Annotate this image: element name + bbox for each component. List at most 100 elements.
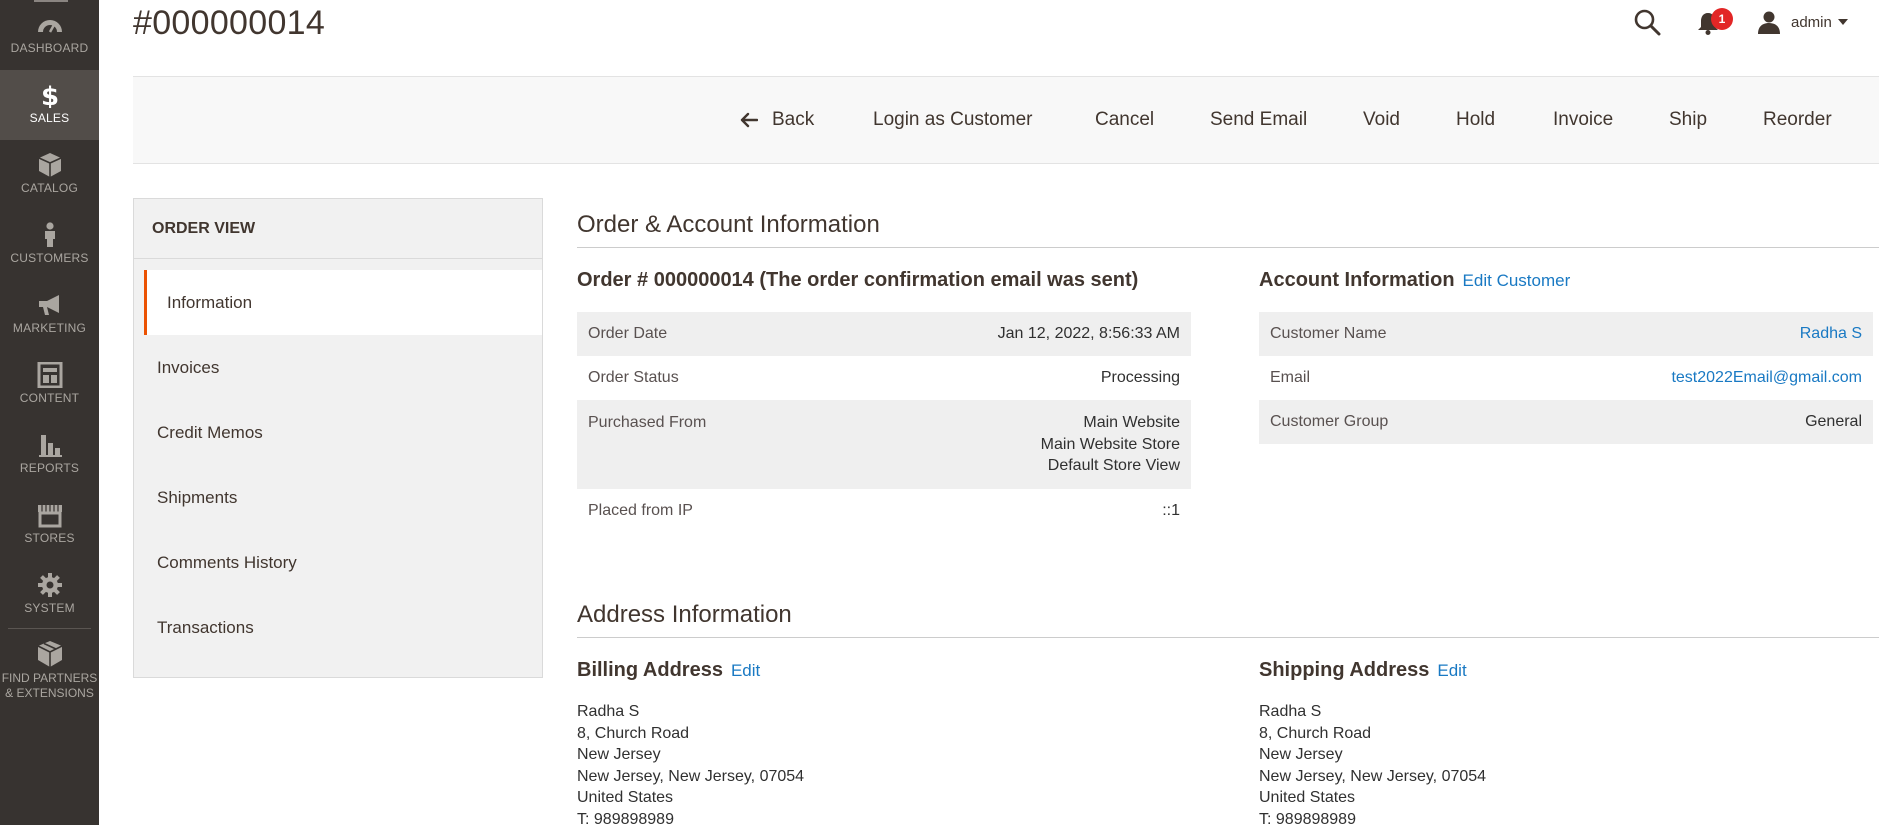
sidebar-item-dashboard[interactable]: Dashboard (0, 0, 99, 70)
sidebar-item-marketing[interactable]: Marketing (0, 280, 99, 350)
sidebar-divider (8, 628, 91, 629)
tab-comments-history[interactable]: Comments History (134, 530, 542, 595)
tab-transactions[interactable]: Transactions (134, 595, 542, 660)
tab-invoices[interactable]: Invoices (134, 335, 542, 400)
purchased-from-value: Main Website Main Website Store Default … (884, 400, 1191, 489)
shipping-country: United States (1259, 789, 1356, 806)
sidebar-item-reports[interactable]: Reports (0, 420, 99, 490)
customer-name-link[interactable]: Radha S (1566, 312, 1873, 356)
partners-label-line2: & Extensions (5, 686, 94, 700)
svg-text:$: $ (40, 82, 58, 108)
sidebar-item-label: Customers (10, 251, 89, 265)
section-divider (577, 637, 1879, 638)
tab-information[interactable]: Information (144, 270, 542, 335)
shipping-region-postcode: New Jersey, New Jersey, 07054 (1259, 767, 1487, 785)
sidebar-item-stores[interactable]: Stores (0, 490, 99, 560)
sidebar-item-label: Content (19, 391, 80, 405)
shipping-city: New Jersey (1259, 746, 1343, 763)
table-row: Placed from IP ::1 (577, 489, 1191, 533)
table-row: Customer Name Radha S (1259, 312, 1873, 356)
email-link[interactable]: test2022Email@gmail.com (1566, 356, 1873, 400)
sidebar-item-label: Catalog (21, 181, 78, 195)
order-heading: Order # 000000014 (The order confirmatio… (577, 269, 1139, 291)
invoice-button[interactable]: Invoice (1553, 77, 1613, 163)
gear-icon (35, 572, 65, 598)
reorder-button[interactable]: Reorder (1763, 77, 1832, 163)
boxes-icon (35, 640, 65, 668)
table-row: Customer Group General (1259, 400, 1873, 444)
back-button-label: Back (772, 109, 815, 130)
billing-country: United States (577, 789, 674, 806)
customer-group-value: General (1566, 400, 1873, 444)
user-name: admin (1791, 13, 1832, 31)
billing-address-title: Billing Address (577, 659, 723, 681)
sidebar-item-find-partners[interactable]: Find Partners & Extensions (0, 636, 99, 701)
user-menu[interactable]: admin (1757, 8, 1848, 36)
edit-shipping-address-link[interactable]: Edit (1437, 661, 1466, 680)
account-info-heading: Account Information Edit Customer (1259, 269, 1570, 292)
section-divider (577, 247, 1879, 248)
billing-phone: T: 989898989 (577, 810, 674, 825)
search-icon[interactable] (1633, 8, 1661, 36)
admin-sidebar: Dashboard $ Sales Catalog Customers Mark… (0, 0, 99, 825)
storefront-icon (35, 502, 65, 528)
billing-street: 8, Church Road (577, 724, 690, 742)
sidebar-item-catalog[interactable]: Catalog (0, 140, 99, 210)
hold-button[interactable]: Hold (1456, 77, 1495, 163)
tab-credit-memos[interactable]: Credit Memos (134, 400, 542, 465)
sidebar-item-customers[interactable]: Customers (0, 210, 99, 280)
tab-shipments[interactable]: Shipments (134, 465, 542, 530)
placed-from-ip-value: ::1 (1162, 501, 1180, 519)
sidebar-item-sales[interactable]: $ Sales (0, 70, 99, 140)
order-info-table: Order Date Jan 12, 2022, 8:56:33 AM Orde… (577, 312, 1191, 533)
billing-address-block: Radha S 8, Church Road New Jersey New Je… (577, 701, 804, 825)
shipping-address-block: Radha S 8, Church Road New Jersey New Je… (1259, 701, 1486, 825)
sidebar-item-content[interactable]: Content (0, 350, 99, 420)
billing-name: Radha S (577, 703, 640, 720)
megaphone-icon (35, 292, 65, 318)
table-row: Order Status Processing (577, 356, 1191, 400)
sidebar-item-label: Find Partners & Extensions (0, 671, 99, 701)
shipping-street: 8, Church Road (1259, 724, 1372, 742)
shipping-address-title: Shipping Address (1259, 659, 1430, 681)
user-icon (1758, 11, 1780, 34)
person-icon (35, 222, 65, 248)
customer-group-label: Customer Group (1259, 400, 1566, 444)
purchased-from-store: Main Website Store (1040, 435, 1180, 453)
ship-button[interactable]: Ship (1669, 77, 1707, 163)
account-info-title: Account Information (1259, 269, 1455, 291)
table-row: Purchased From Main Website Main Website… (577, 400, 1191, 489)
billing-city: New Jersey (577, 746, 661, 763)
partners-label-line1: Find Partners (1, 671, 98, 685)
send-email-button[interactable]: Send Email (1210, 77, 1307, 163)
placed-from-ip-label: Placed from IP (588, 501, 693, 519)
shipping-phone: T: 989898989 (1259, 810, 1356, 825)
purchased-from-label: Purchased From (577, 400, 884, 489)
order-view-tabs: Order View Information Invoices Credit M… (133, 198, 543, 678)
sidebar-item-label: Sales (29, 111, 70, 125)
sidebar-item-label: Marketing (12, 321, 87, 335)
email-label: Email (1270, 369, 1311, 386)
login-as-customer-button[interactable]: Login as Customer (873, 77, 1032, 163)
order-account-section-title: Order & Account Information (577, 211, 880, 238)
cancel-button[interactable]: Cancel (1095, 77, 1154, 163)
void-button[interactable]: Void (1363, 77, 1400, 163)
sidebar-item-label: Stores (24, 531, 75, 545)
address-section-title: Address Information (577, 601, 792, 628)
back-button[interactable]: Back (740, 77, 814, 163)
chevron-down-icon (1837, 19, 1848, 25)
layout-icon (35, 362, 65, 388)
table-row: Order Date Jan 12, 2022, 8:56:33 AM (577, 312, 1191, 356)
account-info-table: Customer Name Radha S Email test2022Emai… (1259, 312, 1873, 444)
table-row: Email test2022Email@gmail.com (1259, 356, 1873, 400)
edit-customer-link[interactable]: Edit Customer (1463, 271, 1571, 290)
page-actions-toolbar: Back Login as Customer Cancel Send Email… (133, 76, 1879, 164)
purchased-from-store-view: Default Store View (1047, 457, 1180, 474)
sidebar-item-label: Dashboard (10, 41, 89, 55)
notification-badge[interactable]: 1 (1711, 8, 1733, 30)
edit-billing-address-link[interactable]: Edit (731, 661, 760, 680)
order-status-value: Processing (1100, 369, 1180, 386)
order-view-title: Order View (134, 199, 542, 259)
shipping-address-heading: Shipping Address Edit (1259, 659, 1467, 682)
sidebar-item-system[interactable]: System (0, 560, 99, 630)
